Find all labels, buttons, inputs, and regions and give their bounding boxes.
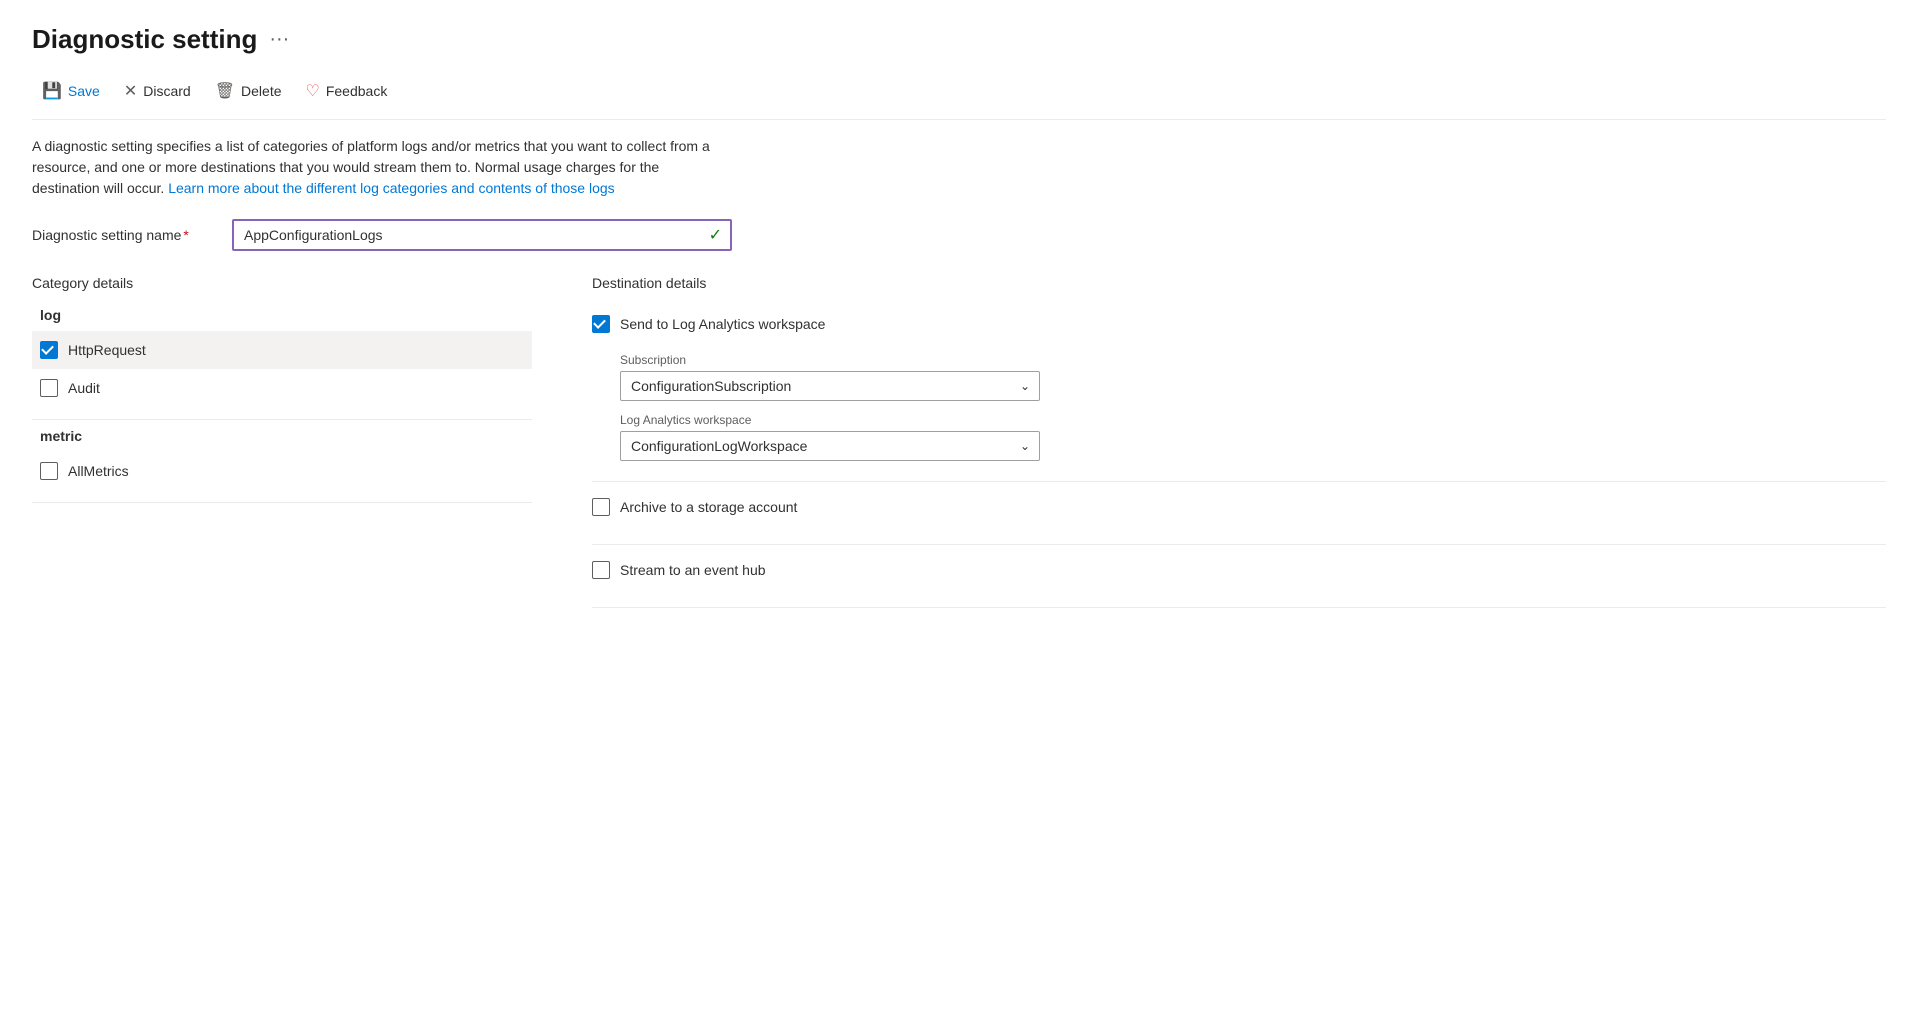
category-details-header: Category details xyxy=(32,275,532,291)
description-text: A diagnostic setting specifies a list of… xyxy=(32,136,712,199)
audit-row[interactable]: Audit xyxy=(32,369,532,407)
event-hub-destination: Stream to an event hub xyxy=(592,553,1886,587)
http-request-checkbox[interactable] xyxy=(40,341,58,359)
feedback-icon: ♡ xyxy=(306,81,320,101)
workspace-dropdown[interactable]: ConfigurationLogWorkspace xyxy=(620,431,1040,461)
log-analytics-destination: Send to Log Analytics workspace Subscrip… xyxy=(592,307,1886,461)
main-content: Category details log HttpRequest Audit m… xyxy=(32,275,1886,616)
save-label: Save xyxy=(68,83,100,99)
destination-details-header: Destination details xyxy=(592,275,1886,291)
log-analytics-row[interactable]: Send to Log Analytics workspace xyxy=(592,307,1886,341)
workspace-label: Log Analytics workspace xyxy=(620,413,1886,427)
dest-divider-2 xyxy=(592,544,1886,545)
all-metrics-checkbox[interactable] xyxy=(40,462,58,480)
feedback-button[interactable]: ♡ Feedback xyxy=(296,75,398,107)
log-section-label: log xyxy=(32,307,532,323)
delete-label: Delete xyxy=(241,83,281,99)
storage-account-label: Archive to a storage account xyxy=(620,499,797,515)
dest-divider-3 xyxy=(592,607,1886,608)
metric-category-section: metric AllMetrics xyxy=(32,428,532,490)
event-hub-row[interactable]: Stream to an event hub xyxy=(592,553,1886,587)
log-analytics-sub-fields: Subscription ConfigurationSubscription ⌄… xyxy=(620,353,1886,461)
log-metric-divider xyxy=(32,419,532,420)
metric-section-label: metric xyxy=(32,428,532,444)
workspace-dropdown-wrapper: ConfigurationLogWorkspace ⌄ xyxy=(620,431,1040,461)
event-hub-label: Stream to an event hub xyxy=(620,562,766,578)
storage-account-checkbox[interactable] xyxy=(592,498,610,516)
destination-details-panel: Destination details Send to Log Analytic… xyxy=(592,275,1886,616)
subscription-label: Subscription xyxy=(620,353,1886,367)
discard-icon: ✕ xyxy=(124,81,137,101)
event-hub-checkbox[interactable] xyxy=(592,561,610,579)
learn-more-link[interactable]: Learn more about the different log categ… xyxy=(168,180,614,196)
http-request-label: HttpRequest xyxy=(68,342,146,358)
feedback-label: Feedback xyxy=(326,83,387,99)
discard-label: Discard xyxy=(143,83,190,99)
subscription-dropdown-wrapper: ConfigurationSubscription ⌄ xyxy=(620,371,1040,401)
diagnostic-name-field: Diagnostic setting name* ✓ xyxy=(32,219,1886,251)
dest-divider-1 xyxy=(592,481,1886,482)
delete-button[interactable]: 🗑 Delete xyxy=(205,75,292,107)
log-category-section: log HttpRequest Audit xyxy=(32,307,532,407)
all-metrics-row[interactable]: AllMetrics xyxy=(32,452,532,490)
required-marker: * xyxy=(183,227,188,243)
name-label: Diagnostic setting name* xyxy=(32,227,232,243)
page-title-ellipsis: ··· xyxy=(269,28,289,51)
save-icon: 💾 xyxy=(42,81,62,101)
log-analytics-checkbox[interactable] xyxy=(592,315,610,333)
subscription-dropdown[interactable]: ConfigurationSubscription xyxy=(620,371,1040,401)
name-input[interactable] xyxy=(232,219,732,251)
bottom-divider xyxy=(32,502,532,503)
name-input-wrapper: ✓ xyxy=(232,219,732,251)
page-title-container: Diagnostic setting ··· xyxy=(32,24,1886,55)
valid-check-icon: ✓ xyxy=(709,225,722,245)
toolbar: 💾 Save ✕ Discard 🗑 Delete ♡ Feedback xyxy=(32,75,1886,120)
page-title: Diagnostic setting xyxy=(32,24,257,55)
discard-button[interactable]: ✕ Discard xyxy=(114,75,201,107)
audit-checkbox[interactable] xyxy=(40,379,58,397)
http-request-row[interactable]: HttpRequest xyxy=(32,331,532,369)
delete-icon: 🗑 xyxy=(215,81,235,101)
all-metrics-label: AllMetrics xyxy=(68,463,129,479)
log-analytics-label: Send to Log Analytics workspace xyxy=(620,316,825,332)
category-details-panel: Category details log HttpRequest Audit m… xyxy=(32,275,532,616)
storage-account-destination: Archive to a storage account xyxy=(592,490,1886,524)
save-button[interactable]: 💾 Save xyxy=(32,75,110,107)
storage-account-row[interactable]: Archive to a storage account xyxy=(592,490,1886,524)
audit-label: Audit xyxy=(68,380,100,396)
